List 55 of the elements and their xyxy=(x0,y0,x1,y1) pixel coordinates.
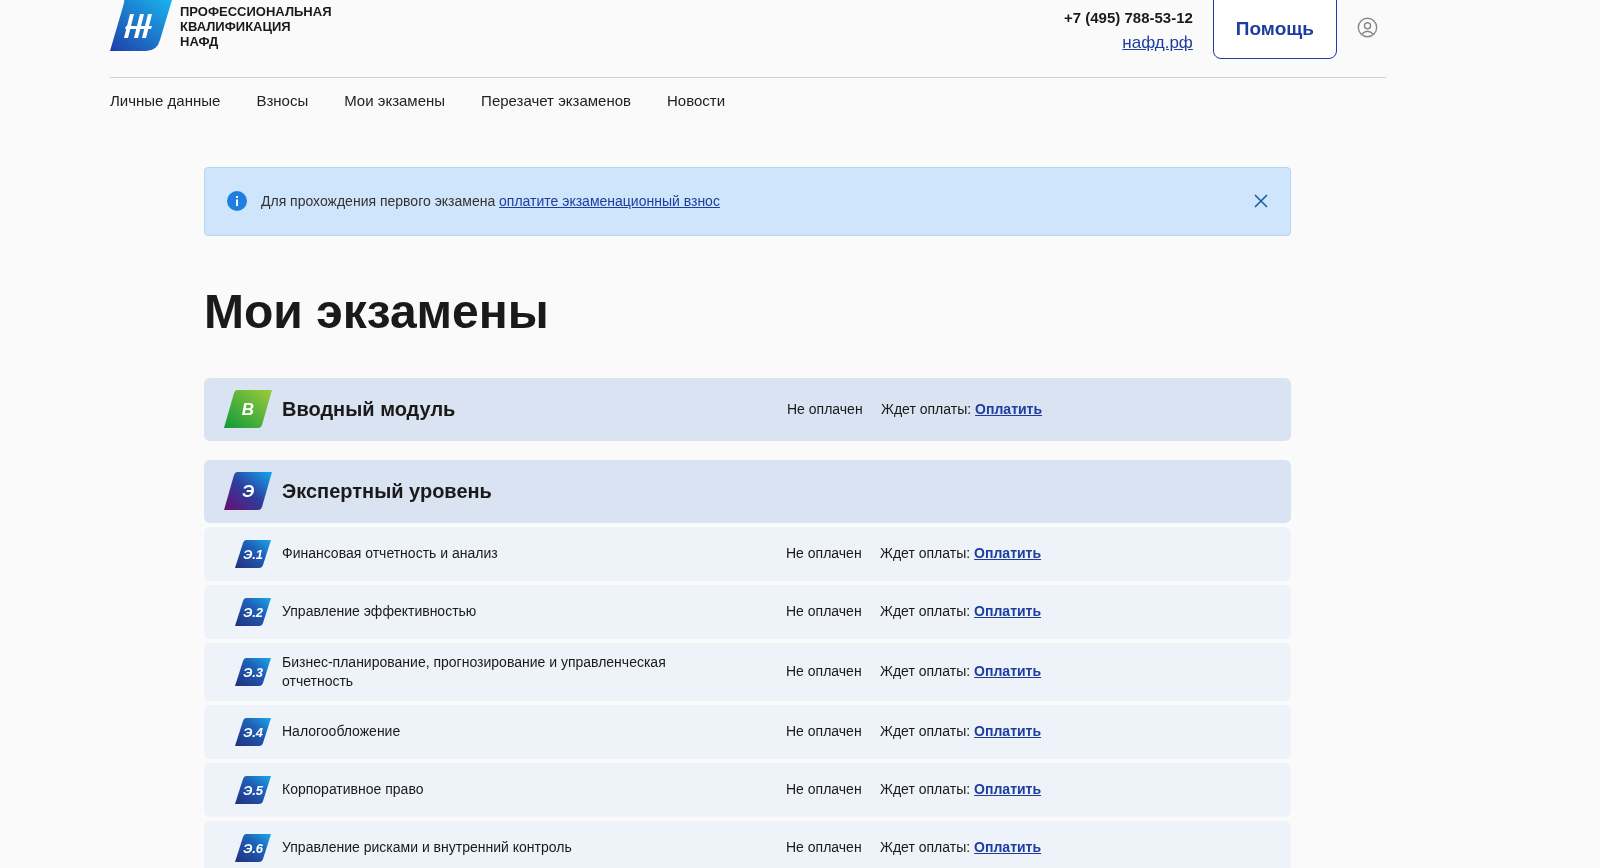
awaiting-label: Ждет оплаты: xyxy=(880,544,971,563)
payment-status: Не оплачен xyxy=(786,722,863,741)
pay-fee-link[interactable]: оплатите экзаменационный взнос xyxy=(499,192,720,209)
payment-status: Не оплачен xyxy=(786,780,863,799)
logo-icon xyxy=(110,0,172,51)
nav-link[interactable]: Личные данные xyxy=(110,90,221,113)
payment-status: Не оплачен xyxy=(786,838,863,857)
pay-link[interactable]: Оплатить xyxy=(974,543,1042,564)
exam-title: Финансовая отчетность и анализ xyxy=(282,544,499,563)
info-message: Для прохождения первого экзамена оплатите экзаменационный взнос xyxy=(261,191,721,211)
awaiting-label: Ждет оплаты: xyxy=(880,722,971,741)
module-header[interactable]: Э Экспертный уровень xyxy=(204,459,1291,523)
awaiting-label: Ждет оплаты: xyxy=(880,662,971,681)
level-badge: Э.2 xyxy=(235,597,271,626)
module-title: Вводный модуль xyxy=(282,397,457,422)
help-button[interactable]: Помощь xyxy=(1212,0,1337,59)
site-link[interactable]: нафд.рф xyxy=(1122,29,1193,55)
pay-link[interactable]: Оплатить xyxy=(974,837,1042,858)
pay-link[interactable]: Оплатить xyxy=(974,601,1042,622)
nav-link[interactable]: Мои экзамены xyxy=(344,90,446,113)
exam-title: Корпоративное право xyxy=(282,780,425,799)
level-badge: В xyxy=(224,390,272,428)
module-title: Экспертный уровень xyxy=(282,479,493,504)
level-badge: Э.5 xyxy=(235,775,271,804)
user-icon[interactable] xyxy=(1357,17,1378,38)
awaiting-label: Ждет оплаты: xyxy=(880,780,971,799)
info-icon xyxy=(227,191,247,211)
logo-text: ПРОФЕССИОНАЛЬНАЯ КВАЛИФИКАЦИЯ НАФД xyxy=(180,3,332,49)
module-header[interactable]: В Вводный модуль Не оплачен Ждет оплаты: Оплатить xyxy=(204,377,1291,441)
awaiting-label: Ждет оплаты: xyxy=(881,399,972,419)
nav-link[interactable]: Взносы xyxy=(256,90,309,113)
payment-status: Не оплачен xyxy=(787,399,864,419)
payment-status: Не оплачен xyxy=(786,662,863,681)
awaiting-label: Ждет оплаты: xyxy=(880,602,971,621)
payment-status: Не оплачен xyxy=(786,544,863,563)
exam-title: Управление эффективностью xyxy=(282,602,478,621)
exam-title: Управление рисками и внутренний контроль xyxy=(282,838,573,857)
payment-status: Не оплачен xyxy=(786,602,863,621)
level-badge: Э.6 xyxy=(235,833,271,862)
exam-title: Налогообложение xyxy=(282,722,402,741)
nav-link[interactable]: Новости xyxy=(667,90,726,113)
level-badge: Э.4 xyxy=(235,717,271,746)
level-badge: Э.3 xyxy=(235,657,271,686)
awaiting-label: Ждет оплаты: xyxy=(880,838,971,857)
pay-link[interactable]: Оплатить xyxy=(975,398,1043,420)
pay-link[interactable]: Оплатить xyxy=(974,661,1042,682)
level-badge: Э xyxy=(224,472,272,510)
close-icon[interactable] xyxy=(1254,194,1268,208)
page-title: Мои экзамены xyxy=(204,283,550,340)
exam-title: Бизнес-планирование, прогнозирование и управленческая отчетность xyxy=(282,652,667,691)
pay-link[interactable]: Оплатить xyxy=(974,779,1042,800)
phone-number: +7 (495) 788-53-12 xyxy=(1064,8,1193,28)
nav-link[interactable]: Перезачет экзаменов xyxy=(481,90,631,113)
level-badge: Э.1 xyxy=(235,539,271,568)
pay-link[interactable]: Оплатить xyxy=(974,721,1042,742)
